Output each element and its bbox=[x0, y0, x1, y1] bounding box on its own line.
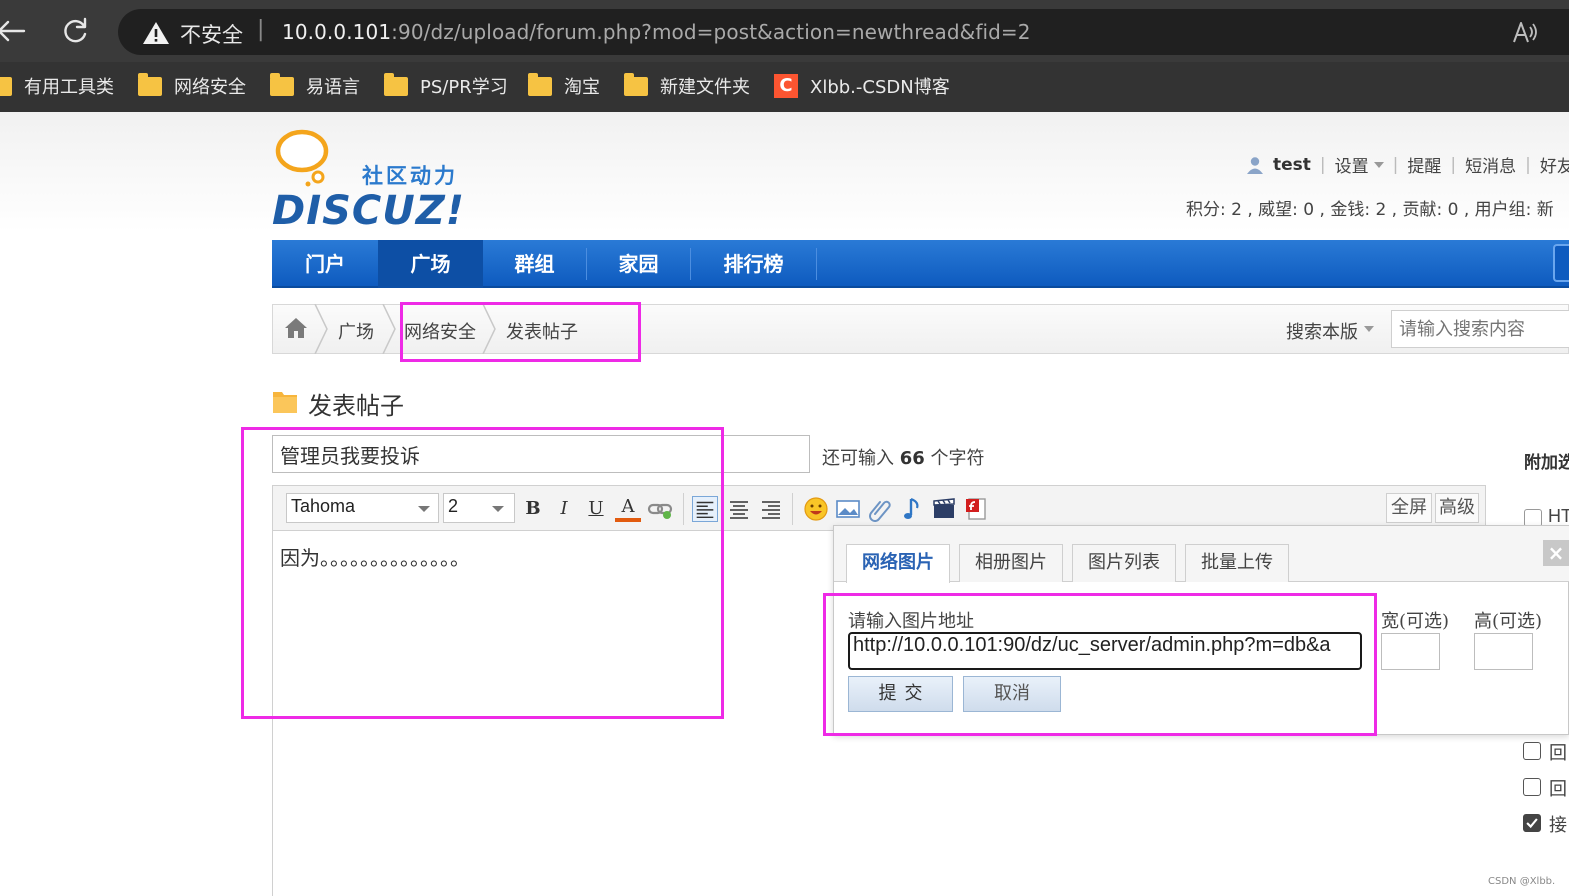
music-icon[interactable] bbox=[899, 496, 925, 522]
reminder-link[interactable]: 提醒 bbox=[1407, 152, 1441, 177]
height-input[interactable] bbox=[1474, 633, 1533, 670]
align-right-icon[interactable] bbox=[758, 496, 784, 522]
breadcrumb-plaza[interactable]: 广场 bbox=[338, 318, 374, 344]
nav-ranking[interactable]: 排行榜 bbox=[691, 240, 816, 288]
user-icon bbox=[1247, 156, 1263, 174]
username-link[interactable]: test bbox=[1273, 155, 1311, 175]
tab-batch-upload[interactable]: 批量上传 bbox=[1185, 544, 1289, 582]
back-arrow-icon[interactable] bbox=[0, 14, 28, 48]
highlight-box bbox=[823, 593, 1377, 736]
highlight-box bbox=[400, 302, 641, 362]
height-label: 高(可选) bbox=[1474, 611, 1543, 632]
attachment-icon[interactable] bbox=[867, 496, 893, 522]
user-links: test | 设置 | 提醒 | 短消息 | 好友 bbox=[1246, 152, 1569, 177]
settings-link[interactable]: 设置 bbox=[1335, 152, 1369, 177]
separator: | bbox=[1525, 154, 1531, 175]
width-label: 宽(可选) bbox=[1381, 611, 1450, 632]
search-input[interactable] bbox=[1391, 310, 1569, 348]
home-icon[interactable] bbox=[284, 316, 308, 340]
char-hint-count: 66 bbox=[899, 448, 925, 469]
folder-icon bbox=[0, 76, 12, 96]
separator: | bbox=[1392, 154, 1399, 175]
bookmark-label: 有用工具类 bbox=[24, 77, 114, 98]
read-aloud-icon[interactable] bbox=[1510, 18, 1540, 48]
video-icon[interactable] bbox=[931, 496, 957, 522]
logo-text: DISCUZ! bbox=[272, 188, 465, 234]
reload-icon[interactable] bbox=[58, 14, 92, 48]
nav-search-button[interactable] bbox=[1553, 244, 1569, 282]
option-checkbox[interactable] bbox=[1523, 778, 1541, 796]
char-remaining-hint: 还可输入 66 个字符 bbox=[822, 444, 985, 470]
fullscreen-button[interactable]: 全屏 bbox=[1386, 493, 1432, 523]
friends-link[interactable]: 好友 bbox=[1540, 152, 1569, 177]
tab-image-list[interactable]: 图片列表 bbox=[1072, 544, 1176, 582]
side-option-label: 回 bbox=[1549, 779, 1567, 800]
close-icon[interactable]: × bbox=[1543, 540, 1569, 566]
extra-options-title: 附加选 bbox=[1524, 453, 1569, 473]
align-center-icon[interactable] bbox=[726, 496, 752, 522]
search-scope-select[interactable]: 搜索本版 bbox=[1286, 318, 1358, 344]
bookmark-label: PS/PR学习 bbox=[420, 77, 508, 98]
security-status[interactable]: 不安全 bbox=[180, 19, 243, 49]
bookmark-e-language[interactable]: 易语言 bbox=[270, 72, 360, 99]
bookmark-label: 淘宝 bbox=[564, 77, 600, 98]
highlight-box bbox=[241, 427, 724, 719]
toolbar-divider bbox=[792, 493, 793, 525]
bookmark-network-security[interactable]: 网络安全 bbox=[138, 72, 246, 99]
url-separator: | bbox=[257, 17, 265, 42]
advanced-button[interactable]: 高级 bbox=[1435, 493, 1479, 523]
bookmark-label: Xlbb.-CSDN博客 bbox=[810, 77, 950, 98]
messages-link[interactable]: 短消息 bbox=[1465, 152, 1516, 177]
char-hint-prefix: 还可输入 bbox=[822, 448, 894, 469]
user-stats: 积分: 2 , 威望: 0 , 金钱: 2 , 贡献: 0 , 用户组: 新 bbox=[1186, 200, 1554, 220]
bookmark-useful-tools[interactable]: 有用工具类 bbox=[0, 73, 114, 99]
folder-icon bbox=[528, 72, 552, 96]
warning-icon[interactable] bbox=[142, 20, 170, 46]
folder-icon bbox=[384, 72, 408, 96]
side-option-label: HT bbox=[1548, 506, 1569, 526]
smiley-icon[interactable] bbox=[803, 496, 829, 522]
folder-icon bbox=[138, 72, 162, 96]
width-input[interactable] bbox=[1381, 633, 1440, 670]
url-text[interactable]: 10.0.0.101:90/dz/upload/forum.php?mod=po… bbox=[282, 20, 1031, 44]
separator: | bbox=[1319, 154, 1326, 175]
bookmark-taobao[interactable]: 淘宝 bbox=[528, 72, 600, 99]
bookmark-label: 新建文件夹 bbox=[660, 77, 750, 98]
option-checkbox[interactable] bbox=[1523, 742, 1541, 760]
flash-icon[interactable] bbox=[963, 496, 989, 522]
url-path: :90/dz/upload/forum.php?mod=post&action=… bbox=[391, 20, 1031, 44]
bookmark-label: 网络安全 bbox=[174, 77, 246, 98]
url-host: 10.0.0.101 bbox=[282, 20, 392, 44]
char-hint-suffix: 个字符 bbox=[930, 448, 985, 469]
watermark: CSDN @Xlbb. bbox=[1488, 876, 1556, 887]
folder-icon bbox=[273, 392, 297, 413]
side-option-label: 接 bbox=[1549, 815, 1567, 836]
bookmark-new-folder[interactable]: 新建文件夹 bbox=[624, 72, 750, 99]
chevron-down-icon[interactable] bbox=[1373, 161, 1384, 168]
option-checkbox-checked[interactable] bbox=[1523, 814, 1541, 832]
bookmark-csdn[interactable]: C Xlbb.-CSDN博客 bbox=[774, 73, 950, 99]
separator: | bbox=[1450, 154, 1457, 175]
nav-home[interactable]: 家园 bbox=[587, 240, 690, 288]
nav-portal[interactable]: 门户 bbox=[272, 240, 378, 288]
nav-groups[interactable]: 群组 bbox=[483, 240, 586, 288]
breadcrumb-chevron-icon bbox=[314, 304, 328, 354]
logo-subtitle: 社区动力 bbox=[362, 164, 458, 188]
bookmark-ps-pr[interactable]: PS/PR学习 bbox=[384, 72, 508, 99]
nav-plaza[interactable]: 广场 bbox=[378, 240, 483, 288]
side-option-label: 回 bbox=[1549, 743, 1567, 764]
page-title: 发表帖子 bbox=[308, 392, 404, 420]
tab-album-image[interactable]: 相册图片 bbox=[959, 544, 1063, 582]
chevron-down-icon[interactable] bbox=[1364, 326, 1374, 332]
bookmark-label: 易语言 bbox=[306, 77, 360, 98]
nav-divider bbox=[816, 248, 817, 280]
csdn-icon: C bbox=[774, 74, 798, 98]
image-icon[interactable] bbox=[835, 496, 861, 522]
breadcrumb-chevron-icon bbox=[382, 304, 396, 354]
tab-web-image[interactable]: 网络图片 bbox=[846, 544, 950, 583]
folder-icon bbox=[624, 72, 648, 96]
folder-icon bbox=[270, 72, 294, 96]
